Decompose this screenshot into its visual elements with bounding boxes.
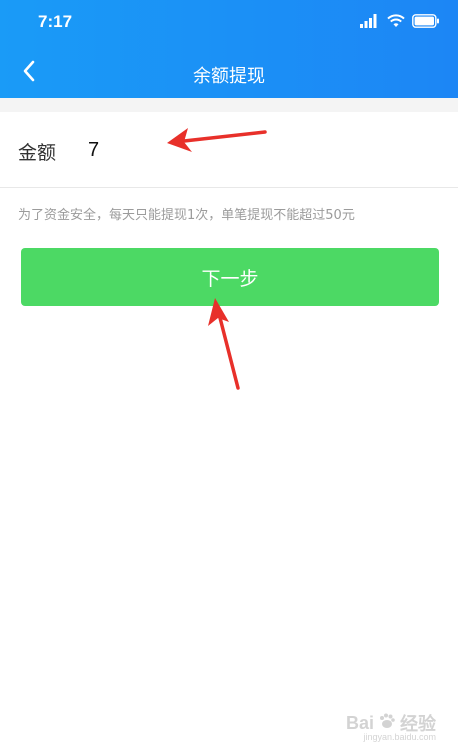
annotation-arrow-button — [208, 298, 240, 390]
page-title: 余额提现 — [193, 66, 265, 87]
status-bar: 7:17 — [0, 0, 458, 44]
next-step-button[interactable]: 下一步 — [21, 248, 439, 306]
amount-label: 金额 — [18, 142, 57, 164]
amount-input[interactable] — [84, 134, 424, 166]
watermark-brand: Bai — [345, 712, 374, 733]
withdraw-hint: 为了资金安全，每天只能提现1次，单笔提现不能超过50元 — [18, 208, 355, 223]
amount-row: 金额 — [0, 112, 458, 188]
wifi-icon — [387, 13, 405, 32]
signal-icon — [360, 13, 380, 32]
watermark-url: jingyan.baidu.com — [363, 732, 436, 742]
status-time: 7:17 — [38, 12, 73, 31]
battery-icon — [412, 13, 440, 32]
section-divider — [0, 98, 458, 112]
status-icons — [360, 13, 440, 32]
app-header: 7:17 余额提现 — [0, 0, 458, 98]
baidu-jingyan-watermark: Bai 经验 jingyan.baidu.com — [345, 710, 436, 743]
paw-icon — [378, 712, 396, 734]
nav-bar: 余额提现 — [0, 50, 458, 96]
